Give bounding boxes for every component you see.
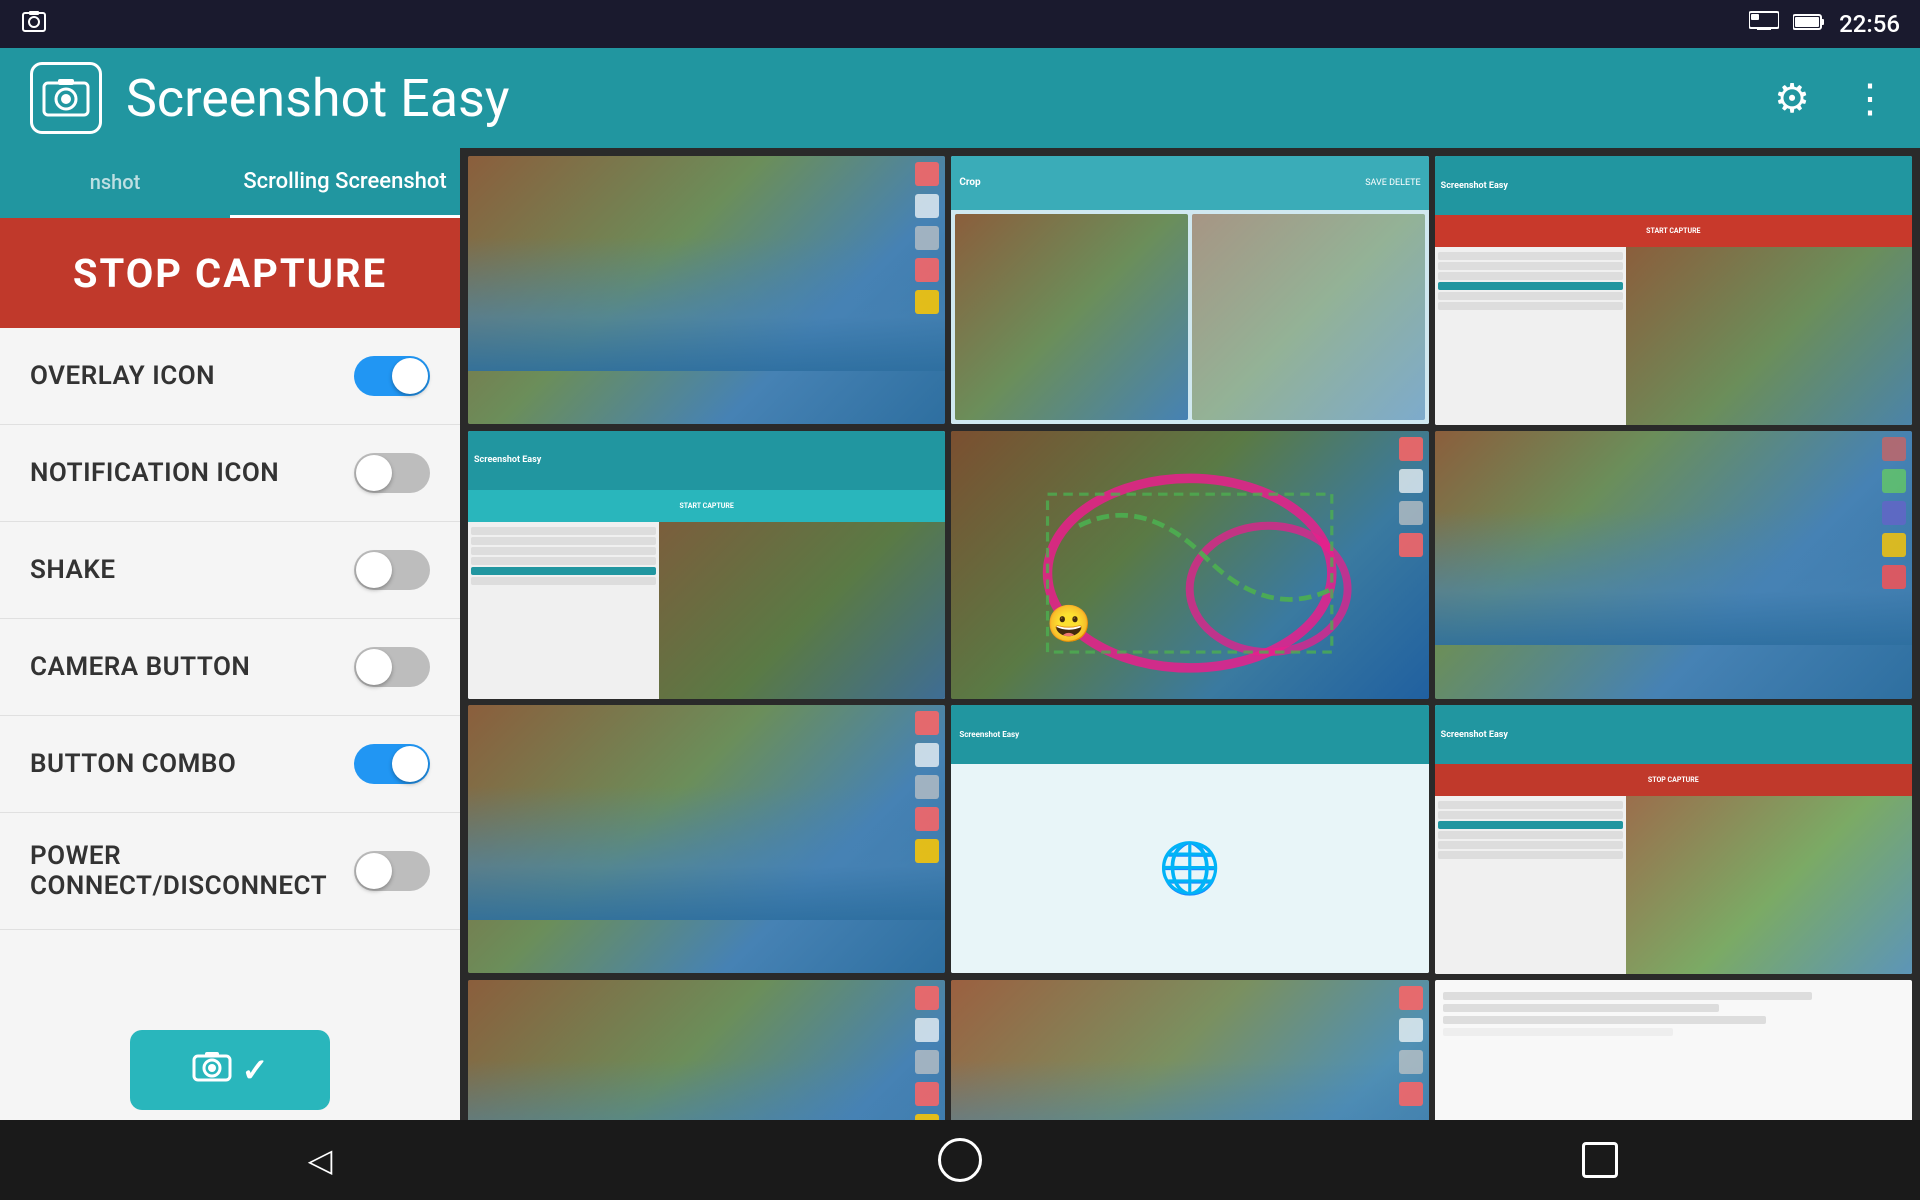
status-bar: 22:56 — [0, 0, 1920, 48]
notification-icon-toggle-knob — [356, 455, 392, 491]
overlay-icon-toggle-knob — [392, 358, 428, 394]
shake-toggle[interactable] — [354, 550, 430, 590]
app-logo — [30, 62, 102, 134]
gallery-item-3[interactable]: Screenshot Easy START CAPTURE — [1435, 156, 1912, 425]
battery-icon — [1793, 12, 1825, 37]
app-title: Screenshot Easy — [126, 68, 1734, 129]
time-display: 22:56 — [1839, 10, 1900, 38]
shake-label: SHAKE — [30, 555, 116, 585]
gallery-item-10[interactable] — [468, 980, 945, 1121]
overlay-icon-label: OVERLAY ICON — [30, 361, 215, 391]
tab-bar: nshot Scrolling Screenshot — [0, 148, 460, 218]
cast-icon — [1749, 10, 1779, 38]
gallery-item-7[interactable] — [468, 705, 945, 973]
tab-scrolling-screenshot[interactable]: Scrolling Screenshot — [230, 148, 460, 218]
left-panel: nshot Scrolling Screenshot STOP CAPTURE … — [0, 148, 460, 1120]
main-content: nshot Scrolling Screenshot STOP CAPTURE … — [0, 148, 1920, 1120]
bottom-camera-area: ✓ — [0, 1020, 460, 1120]
settings-list: OVERLAY ICON NOTIFICATION ICON SHAKE CAM… — [0, 328, 460, 1020]
gallery-item-2[interactable]: Crop SAVE DELETE — [951, 156, 1428, 424]
app-bar: Screenshot Easy ⚙ ⋮ — [0, 48, 1920, 148]
gallery-grid: Crop SAVE DELETE Screenshot Easy — [464, 152, 1916, 1120]
gallery-item-11[interactable] — [951, 980, 1428, 1121]
notification-icon-toggle[interactable] — [354, 453, 430, 493]
gallery-item-1[interactable] — [468, 156, 945, 424]
camera-save-button[interactable]: ✓ — [130, 1030, 330, 1110]
tab-screenshot[interactable]: nshot — [0, 148, 230, 218]
camera-button-toggle[interactable] — [354, 647, 430, 687]
emoji-icon: 😀 — [1047, 603, 1092, 645]
gallery-item-8[interactable]: Screenshot Easy 🌐 — [951, 705, 1428, 973]
setting-notification-icon: NOTIFICATION ICON — [0, 425, 460, 522]
power-connect-toggle[interactable] — [354, 851, 430, 891]
nav-bar: ◁ — [0, 1120, 1920, 1200]
gallery-item-5[interactable]: 😀 — [951, 431, 1428, 699]
power-connect-toggle-knob — [356, 853, 392, 889]
gallery-panel: Crop SAVE DELETE Screenshot Easy — [460, 148, 1920, 1120]
button-combo-toggle-knob — [392, 746, 428, 782]
thumb-overlay-icons-1 — [915, 162, 939, 314]
power-connect-label: POWER CONNECT/DISCONNECT — [30, 841, 354, 901]
notification-icon-label: NOTIFICATION ICON — [30, 458, 279, 488]
status-right-icons: 22:56 — [1749, 10, 1900, 38]
settings-icon[interactable]: ⚙ — [1774, 75, 1810, 122]
gallery-item-6[interactable] — [1435, 431, 1912, 700]
gallery-item-12[interactable] — [1435, 980, 1912, 1121]
setting-overlay-icon: OVERLAY ICON — [0, 328, 460, 425]
camera-button-label: CAMERA BUTTON — [30, 652, 250, 682]
globe-icon: 🌐 — [1159, 840, 1221, 898]
gallery-item-4[interactable]: Screenshot Easy START CAPTURE — [468, 431, 945, 699]
setting-button-combo: BUTTON COMBO — [0, 716, 460, 813]
status-left-icons — [20, 8, 48, 41]
camera-btn-icon — [192, 1048, 232, 1093]
screenshot-status-icon — [20, 8, 48, 41]
camera-button-toggle-knob — [356, 649, 392, 685]
more-options-icon[interactable]: ⋮ — [1850, 75, 1890, 122]
overlay-icon-toggle[interactable] — [354, 356, 430, 396]
setting-shake: SHAKE — [0, 522, 460, 619]
setting-camera-button: CAMERA BUTTON — [0, 619, 460, 716]
nav-back-button[interactable]: ◁ — [290, 1130, 350, 1190]
nav-recent-button[interactable] — [1570, 1130, 1630, 1190]
button-combo-label: BUTTON COMBO — [30, 749, 236, 779]
stop-capture-button[interactable]: STOP CAPTURE — [0, 218, 460, 328]
camera-check-icon: ✓ — [242, 1051, 269, 1089]
shake-toggle-knob — [356, 552, 392, 588]
button-combo-toggle[interactable] — [354, 744, 430, 784]
gallery-item-9[interactable]: Screenshot Easy STOP CAPTURE — [1435, 705, 1912, 974]
nav-home-button[interactable] — [930, 1130, 990, 1190]
setting-power-connect: POWER CONNECT/DISCONNECT — [0, 813, 460, 930]
